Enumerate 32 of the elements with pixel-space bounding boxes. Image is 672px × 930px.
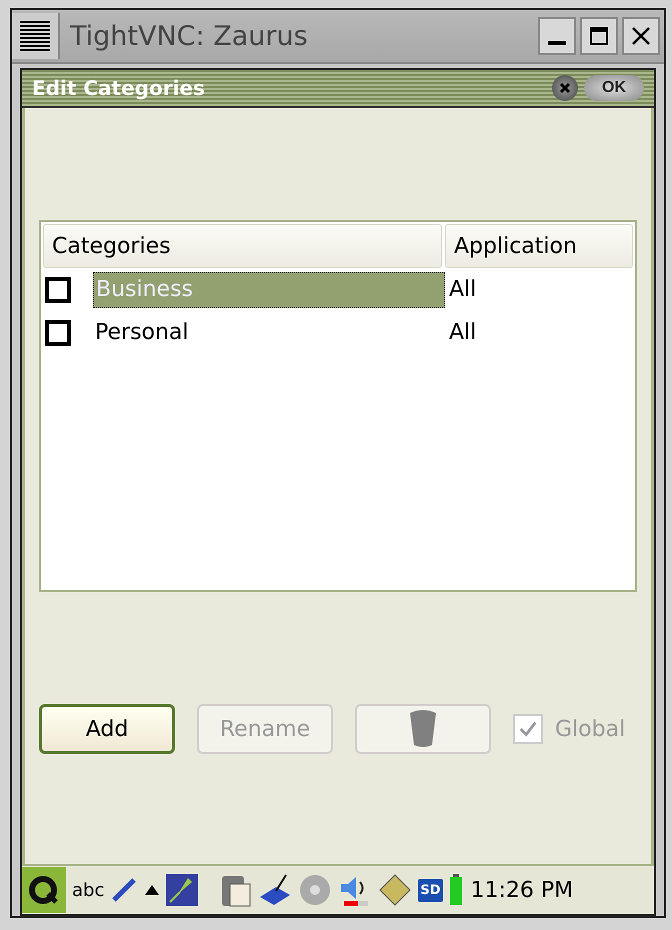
input-method-label[interactable]: abc xyxy=(72,880,104,900)
pencil-icon[interactable] xyxy=(110,876,138,904)
clock: 11:26 PM xyxy=(470,878,574,902)
sd-card-icon[interactable]: SD xyxy=(418,878,443,902)
menu-icon xyxy=(20,19,50,53)
ok-button[interactable]: OK xyxy=(584,75,644,101)
close-button[interactable] xyxy=(552,75,578,101)
card-icon[interactable] xyxy=(378,873,412,907)
trash-icon xyxy=(408,709,438,749)
application-cell-text: All xyxy=(448,320,476,345)
global-label: Global xyxy=(555,716,626,742)
minimize-button[interactable] xyxy=(538,17,576,55)
launcher-button[interactable] xyxy=(22,867,66,913)
close-icon xyxy=(559,82,571,94)
category-name[interactable]: Personal xyxy=(93,314,445,350)
checkbox[interactable] xyxy=(45,320,71,346)
column-header[interactable]: Application xyxy=(445,224,633,268)
minimize-icon xyxy=(548,41,566,45)
up-arrow-icon[interactable] xyxy=(144,883,160,897)
close-icon xyxy=(630,25,652,47)
application-cell-text: All xyxy=(448,277,476,302)
checkbox[interactable] xyxy=(45,276,71,302)
window-title: TightVNC: Zaurus xyxy=(68,20,309,52)
close-button[interactable] xyxy=(622,17,660,55)
column-header[interactable]: Categories xyxy=(43,224,442,268)
window-menu-button[interactable] xyxy=(12,13,60,59)
battery-icon[interactable] xyxy=(448,874,463,906)
q-logo-icon xyxy=(28,874,60,906)
maximize-icon xyxy=(588,25,610,47)
dialog-title: Edit Categories xyxy=(32,76,206,100)
maximize-button[interactable] xyxy=(580,17,618,55)
add-button[interactable]: Add xyxy=(39,704,175,754)
